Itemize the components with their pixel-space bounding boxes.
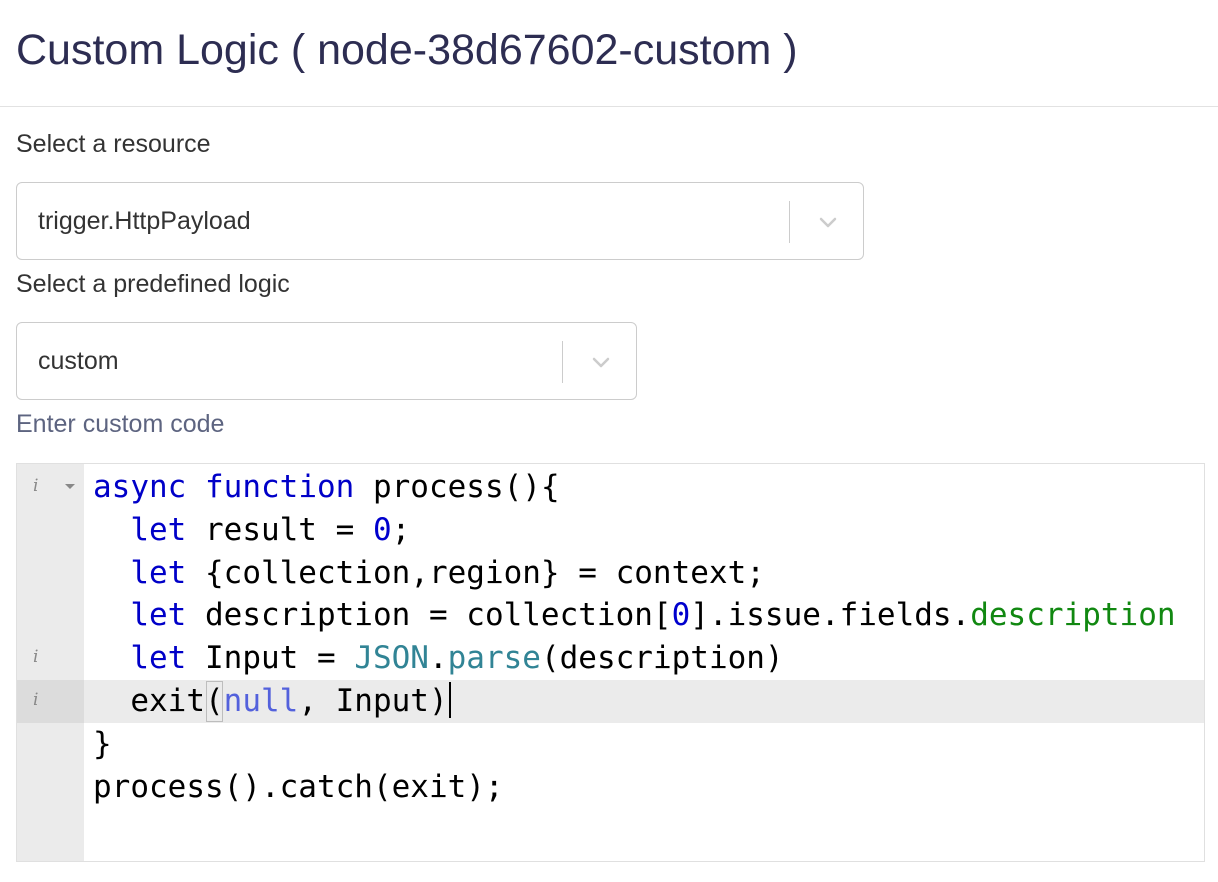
- code-line-text[interactable]: process().catch(exit);: [93, 766, 504, 809]
- active-line-gutter: [17, 679, 84, 723]
- logic-select-separator: [562, 341, 563, 383]
- logic-select[interactable]: custom: [16, 322, 637, 400]
- title-divider: [0, 106, 1218, 107]
- code-line-text[interactable]: let result = 0;: [93, 509, 410, 552]
- code-line[interactable]: let result = 0;: [17, 509, 1204, 552]
- resource-label: Select a resource: [16, 130, 211, 158]
- code-line-text[interactable]: async function process(){: [93, 466, 560, 509]
- code-line-text[interactable]: }: [93, 723, 112, 766]
- code-label: Enter custom code: [16, 410, 225, 438]
- resource-select-separator: [789, 201, 790, 243]
- resource-select-value: trigger.HttpPayload: [38, 207, 251, 235]
- resource-select[interactable]: trigger.HttpPayload: [16, 182, 864, 260]
- code-editor[interactable]: i async function process(){ let result = …: [16, 463, 1205, 862]
- code-lines[interactable]: i async function process(){ let result = …: [17, 466, 1204, 808]
- code-line[interactable]: let description = collection[0].issue.fi…: [17, 594, 1204, 637]
- page-title: Custom Logic ( node-38d67602-custom ): [16, 26, 798, 74]
- fold-arrow-icon[interactable]: [65, 484, 75, 489]
- chevron-down-icon[interactable]: [815, 209, 841, 235]
- code-line[interactable]: i async function process(){: [17, 466, 1204, 509]
- code-line-text[interactable]: let description = collection[0].issue.fi…: [93, 594, 1175, 637]
- code-line[interactable]: i exit(null, Input): [17, 679, 1204, 723]
- info-icon[interactable]: i: [33, 476, 45, 496]
- text-caret: [448, 681, 451, 718]
- logic-select-value: custom: [38, 347, 119, 375]
- code-line-text[interactable]: exit(null, Input): [93, 680, 451, 723]
- code-line[interactable]: i let Input = JSON.parse(description): [17, 637, 1204, 680]
- code-line[interactable]: }: [17, 723, 1204, 766]
- info-icon[interactable]: i: [33, 647, 45, 667]
- chevron-down-icon[interactable]: [588, 349, 614, 375]
- info-icon[interactable]: i: [33, 690, 45, 710]
- code-line-text[interactable]: let {collection,region} = context;: [93, 552, 765, 595]
- logic-label: Select a predefined logic: [16, 270, 290, 298]
- code-line[interactable]: process().catch(exit);: [17, 766, 1204, 809]
- code-line[interactable]: let {collection,region} = context;: [17, 552, 1204, 595]
- code-line-text[interactable]: let Input = JSON.parse(description): [93, 637, 783, 680]
